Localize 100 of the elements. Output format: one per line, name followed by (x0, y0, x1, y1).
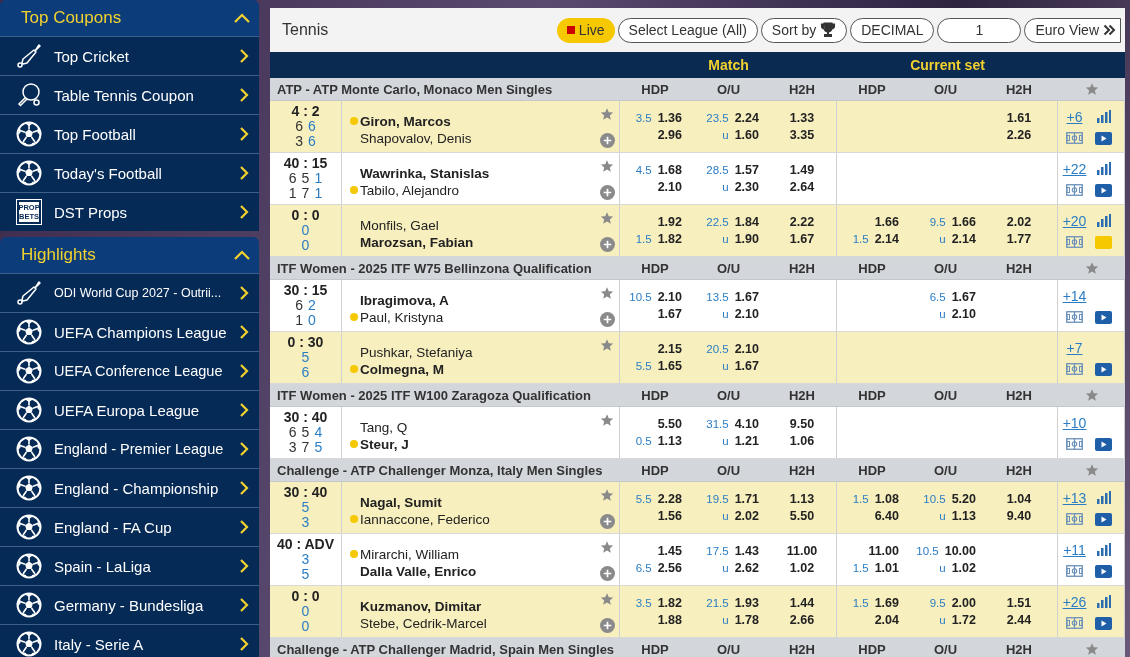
odds-value[interactable]: 6.40 (874, 508, 899, 523)
sidebar-item[interactable]: UEFA Europa League (0, 390, 259, 429)
odds-value[interactable]: 5.50 (789, 508, 815, 523)
odds-value[interactable]: 1.90 (734, 231, 759, 246)
plus-circle-icon[interactable] (599, 133, 615, 148)
star-icon[interactable] (1084, 463, 1099, 477)
odds-value[interactable]: 1.51 (1006, 595, 1032, 610)
odds-value[interactable]: 11.00 (786, 543, 818, 558)
odds-value[interactable]: 1.82 (657, 231, 682, 246)
odds-value[interactable]: 1.65 (657, 358, 682, 373)
star-icon[interactable] (600, 540, 614, 554)
odds-value[interactable]: 9.40 (1006, 508, 1032, 523)
odds-value[interactable]: 1.13 (657, 433, 682, 448)
odds-value[interactable]: 2.96 (657, 127, 682, 142)
odds-value[interactable]: 5.50 (657, 416, 682, 431)
odds-value[interactable]: 2.10 (734, 306, 759, 321)
field-icon[interactable] (1066, 363, 1083, 375)
odds-value[interactable]: 1.49 (789, 162, 815, 177)
sidebar-item[interactable]: Spain - LaLiga (0, 546, 259, 585)
odds-value[interactable]: 1.77 (1006, 231, 1032, 246)
odds-value[interactable]: 1.66 (874, 214, 899, 229)
more-markets-link[interactable]: +22 (1062, 160, 1087, 177)
field-icon[interactable] (1066, 617, 1083, 629)
odds-value[interactable]: 2.14 (951, 231, 976, 246)
star-icon[interactable] (600, 413, 614, 427)
star-icon[interactable] (600, 488, 614, 502)
plus-circle-icon[interactable] (599, 237, 615, 252)
odds-value[interactable]: 2.56 (657, 560, 682, 575)
odds-value[interactable]: 2.02 (734, 508, 759, 523)
odds-value[interactable]: 2.10 (734, 341, 759, 356)
video-play-icon[interactable] (1095, 437, 1112, 451)
odds-value[interactable]: 1.02 (789, 560, 815, 575)
sidebar-item[interactable]: England - Championship (0, 468, 259, 507)
bar-chart-icon[interactable] (1096, 213, 1111, 228)
video-play-icon[interactable] (1095, 512, 1112, 526)
sidebar-item[interactable]: Today's Football (0, 153, 259, 192)
video-play-icon[interactable] (1095, 362, 1112, 376)
star-icon[interactable] (1084, 82, 1099, 96)
odds-value[interactable]: 3.35 (789, 127, 815, 142)
field-icon[interactable] (1066, 513, 1083, 525)
video-play-icon[interactable] (1095, 564, 1112, 578)
video-play-icon[interactable] (1095, 310, 1112, 324)
odds-value[interactable]: 1.67 (951, 289, 976, 304)
odds-value[interactable]: 11.00 (868, 543, 899, 558)
more-markets-link[interactable]: +14 (1062, 287, 1087, 304)
odds-value[interactable]: 2.26 (1006, 127, 1032, 142)
more-markets-link[interactable]: +13 (1062, 489, 1087, 506)
odds-value[interactable]: 2.10 (951, 306, 976, 321)
odds-value[interactable]: 4.10 (734, 416, 759, 431)
odds-value[interactable]: 1.67 (789, 231, 815, 246)
section-header[interactable]: Top Coupons (0, 0, 259, 36)
live-button[interactable]: Live (556, 17, 615, 43)
field-icon[interactable] (1066, 311, 1083, 323)
odds-value[interactable]: 1.92 (657, 214, 682, 229)
odds-value[interactable]: 2.02 (1006, 214, 1032, 229)
star-icon[interactable] (600, 338, 614, 352)
odds-value[interactable]: 1.36 (657, 110, 682, 125)
odds-value[interactable]: 1.71 (734, 491, 759, 506)
odds-value[interactable]: 1.13 (951, 508, 976, 523)
toolbar-button[interactable]: Sort by (760, 17, 848, 43)
more-markets-link[interactable]: +6 (1066, 108, 1083, 125)
sidebar-item[interactable]: Top Football (0, 114, 259, 153)
odds-value[interactable]: 2.30 (734, 179, 759, 194)
field-icon[interactable] (1066, 438, 1083, 450)
plus-circle-icon[interactable] (599, 514, 615, 529)
sidebar-item[interactable]: Italy - Serie A (0, 624, 259, 657)
field-icon[interactable] (1066, 565, 1083, 577)
odds-value[interactable]: 1.43 (734, 543, 759, 558)
plus-circle-icon[interactable] (599, 185, 615, 200)
odds-value[interactable]: 2.28 (657, 491, 682, 506)
odds-value[interactable]: 1.13 (789, 491, 815, 506)
more-markets-link[interactable]: +26 (1062, 593, 1087, 610)
odds-value[interactable]: 10.00 (944, 543, 976, 558)
star-icon[interactable] (600, 286, 614, 300)
odds-value[interactable]: 2.24 (734, 110, 759, 125)
odds-value[interactable]: 1.01 (874, 560, 899, 575)
star-icon[interactable] (1084, 642, 1099, 656)
odds-value[interactable]: 9.50 (789, 416, 815, 431)
odds-value[interactable]: 1.02 (951, 560, 976, 575)
odds-value[interactable]: 1.67 (657, 306, 682, 321)
bar-chart-icon[interactable] (1096, 542, 1111, 557)
video-play-icon[interactable] (1095, 183, 1112, 197)
field-icon[interactable] (1066, 184, 1083, 196)
toolbar-button[interactable]: Euro View (1024, 17, 1121, 43)
more-markets-link[interactable]: +10 (1062, 414, 1087, 431)
odds-value[interactable]: 1.06 (789, 433, 815, 448)
odds-value[interactable]: 1.67 (734, 289, 759, 304)
video-play-icon[interactable] (1095, 131, 1112, 145)
star-icon[interactable] (600, 211, 614, 225)
star-icon[interactable] (600, 107, 614, 121)
star-icon[interactable] (600, 592, 614, 606)
bar-chart-icon[interactable] (1096, 594, 1111, 609)
plus-circle-icon[interactable] (599, 618, 615, 633)
field-icon[interactable] (1066, 236, 1083, 248)
odds-value[interactable]: 1.61 (1006, 110, 1032, 125)
odds-value[interactable]: 1.66 (951, 214, 976, 229)
odds-value[interactable]: 2.10 (657, 289, 682, 304)
odds-value[interactable]: 2.22 (789, 214, 815, 229)
odds-value[interactable]: 1.93 (734, 595, 759, 610)
toolbar-button[interactable]: DECIMAL (850, 17, 935, 43)
